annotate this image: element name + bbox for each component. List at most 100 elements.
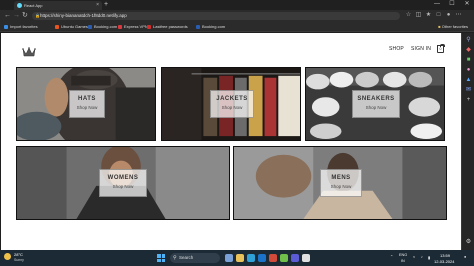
bookmark-label: Express VPN — [124, 24, 148, 29]
games-icon[interactable]: ● — [465, 67, 472, 74]
sun-icon — [4, 253, 11, 260]
nav-signin-link[interactable]: SIGN IN — [411, 46, 431, 52]
react-favicon-icon — [17, 3, 22, 8]
category-card-hats[interactable]: HATS Shop Now — [16, 67, 156, 141]
bookmark-ubuntu-games[interactable]: Ubuntu Games — [55, 23, 88, 31]
crown-logo-icon[interactable] — [22, 46, 36, 58]
browser-sidebar: ⚲ ◆ ■ ● ▲ ✉ + ⚙ — [461, 33, 474, 250]
office-app-icon[interactable] — [269, 254, 277, 262]
new-tab-button[interactable]: + — [104, 1, 108, 9]
category-title: MENS — [331, 175, 351, 181]
profile-icon[interactable]: ● — [445, 12, 452, 19]
other-favorites-label: Other favorites — [441, 24, 468, 29]
office-icon[interactable]: ▲ — [465, 77, 472, 84]
search-icon: ⚲ — [173, 255, 177, 261]
bookmark-express-vpn[interactable]: Express VPN — [118, 23, 148, 31]
language-indicator[interactable]: ENG — [399, 253, 407, 257]
bookmark-label: Booking.com — [94, 24, 118, 29]
search-label: Search — [179, 255, 194, 260]
bookmark-icon — [4, 25, 8, 29]
language-region[interactable]: IN — [401, 259, 405, 263]
bookmark-booking-2[interactable]: Booking.com — [196, 23, 225, 31]
weather-condition[interactable]: Sunny — [14, 258, 24, 262]
bookmark-label: Booking.com — [202, 24, 226, 29]
bookmarks-bar: Import favorites Ubuntu Games Booking.co… — [0, 22, 474, 32]
sneakers-label-box: SNEAKERS Shop Now — [352, 90, 400, 118]
taskbar: 28°C Sunny ⚲ Search ⌃ ENG IN ≈ ♪ ▮ 13:59… — [0, 250, 474, 266]
clock-date[interactable]: 12-03-2024 — [434, 259, 454, 264]
add-icon[interactable]: + — [465, 97, 472, 104]
shop-now-link[interactable]: Shop Now — [321, 184, 361, 189]
settings-gear-icon[interactable]: ⚙ — [465, 239, 472, 246]
bookmark-import-favorites[interactable]: Import favorites — [4, 23, 38, 31]
folder-icon: ■ — [438, 24, 441, 29]
maximize-button[interactable]: ☐ — [445, 0, 459, 9]
shopping-bag-icon[interactable]: 0 — [437, 44, 445, 53]
shopping-icon[interactable]: ◆ — [465, 47, 472, 54]
category-title: WOMENS — [107, 175, 139, 181]
booking-icon — [196, 25, 200, 29]
taskbar-search[interactable]: ⚲ Search — [170, 253, 220, 263]
bookmark-label: Ubuntu Games — [61, 24, 88, 29]
task-view-icon[interactable] — [225, 254, 233, 262]
refresh-icon[interactable]: ↻ — [22, 11, 28, 21]
file-explorer-icon[interactable] — [236, 254, 244, 262]
bookmark-label: Import favorites — [10, 24, 38, 29]
nav-shop-link[interactable]: SHOP — [389, 46, 404, 52]
more-menu-icon[interactable]: ⋯ — [455, 12, 462, 19]
browser-tab-strip: React App × + — ☐ ✕ — [0, 0, 474, 10]
other-favorites-folder[interactable]: ■ Other favorites — [438, 23, 468, 31]
close-window-button[interactable]: ✕ — [460, 0, 474, 9]
booking-icon — [88, 25, 92, 29]
shop-now-link[interactable]: Shop Now — [353, 105, 399, 110]
bookmark-booking[interactable]: Booking.com — [88, 23, 117, 31]
app-icon[interactable] — [280, 254, 288, 262]
shop-now-link[interactable]: Shop Now — [211, 105, 253, 110]
womens-label-box: WOMENS Shop Now — [99, 169, 147, 197]
category-title: HATS — [78, 96, 96, 102]
cart-count: 0 — [439, 47, 442, 51]
store-icon[interactable] — [302, 254, 310, 262]
collections-icon[interactable]: □ — [435, 12, 442, 19]
teams-icon[interactable] — [291, 254, 299, 262]
category-card-mens[interactable]: MENS Shop Now — [233, 146, 447, 220]
category-card-sneakers[interactable]: SNEAKERS Shop Now — [305, 67, 445, 141]
ubuntu-icon — [55, 25, 59, 29]
split-screen-icon[interactable]: ◫ — [415, 12, 422, 19]
mens-label-box: MENS Shop Now — [320, 169, 362, 197]
tab-title: React App — [24, 3, 43, 8]
weather-temperature[interactable]: 28°C — [14, 252, 23, 257]
battery-icon[interactable]: ▮ — [428, 255, 430, 260]
bookmark-lastfree-passwords[interactable]: Lastfree passwords — [147, 23, 188, 31]
shop-now-link[interactable]: Shop Now — [70, 105, 104, 110]
search-icon[interactable]: ⚲ — [465, 37, 472, 44]
category-title: JACKETS — [216, 96, 248, 102]
minimize-button[interactable]: — — [430, 0, 444, 9]
outlook-icon[interactable]: ✉ — [465, 87, 472, 94]
forward-icon[interactable]: → — [13, 11, 20, 21]
clock-time[interactable]: 13:59 — [440, 253, 450, 258]
favorites-icon[interactable]: ★ — [425, 12, 432, 19]
category-card-womens[interactable]: WOMENS Shop Now — [16, 146, 230, 220]
browser-toolbar: ← → ↻ 🔒 https://shiny-biananatdch-1f8dd0… — [0, 10, 474, 22]
volume-icon[interactable]: ♪ — [421, 255, 423, 259]
category-title: SNEAKERS — [357, 96, 395, 102]
windows-start-icon[interactable] — [157, 254, 165, 262]
password-icon — [147, 25, 151, 29]
url-text: https://shiny-biananatdch-1f8dd0.netlify… — [40, 13, 127, 18]
shop-now-link[interactable]: Shop Now — [100, 184, 146, 189]
back-icon[interactable]: ← — [4, 11, 11, 21]
tools-icon[interactable]: ■ — [465, 57, 472, 64]
favorite-star-icon[interactable]: ☆ — [405, 12, 412, 19]
category-card-jackets[interactable]: JACKETS Shop Now — [161, 67, 301, 141]
notifications-icon[interactable]: ● — [464, 255, 466, 259]
tray-expand-icon[interactable]: ⌃ — [390, 254, 393, 259]
edge-icon[interactable] — [247, 254, 255, 262]
wifi-icon[interactable]: ≈ — [413, 255, 415, 259]
browser-tab[interactable]: React App × — [14, 1, 102, 10]
bookmark-label: Lastfree passwords — [153, 24, 188, 29]
vscode-icon[interactable] — [258, 254, 266, 262]
tab-close-icon[interactable]: × — [96, 1, 99, 10]
vpn-icon — [118, 25, 122, 29]
address-bar[interactable]: 🔒 https://shiny-biananatdch-1f8dd0.netli… — [32, 12, 400, 20]
